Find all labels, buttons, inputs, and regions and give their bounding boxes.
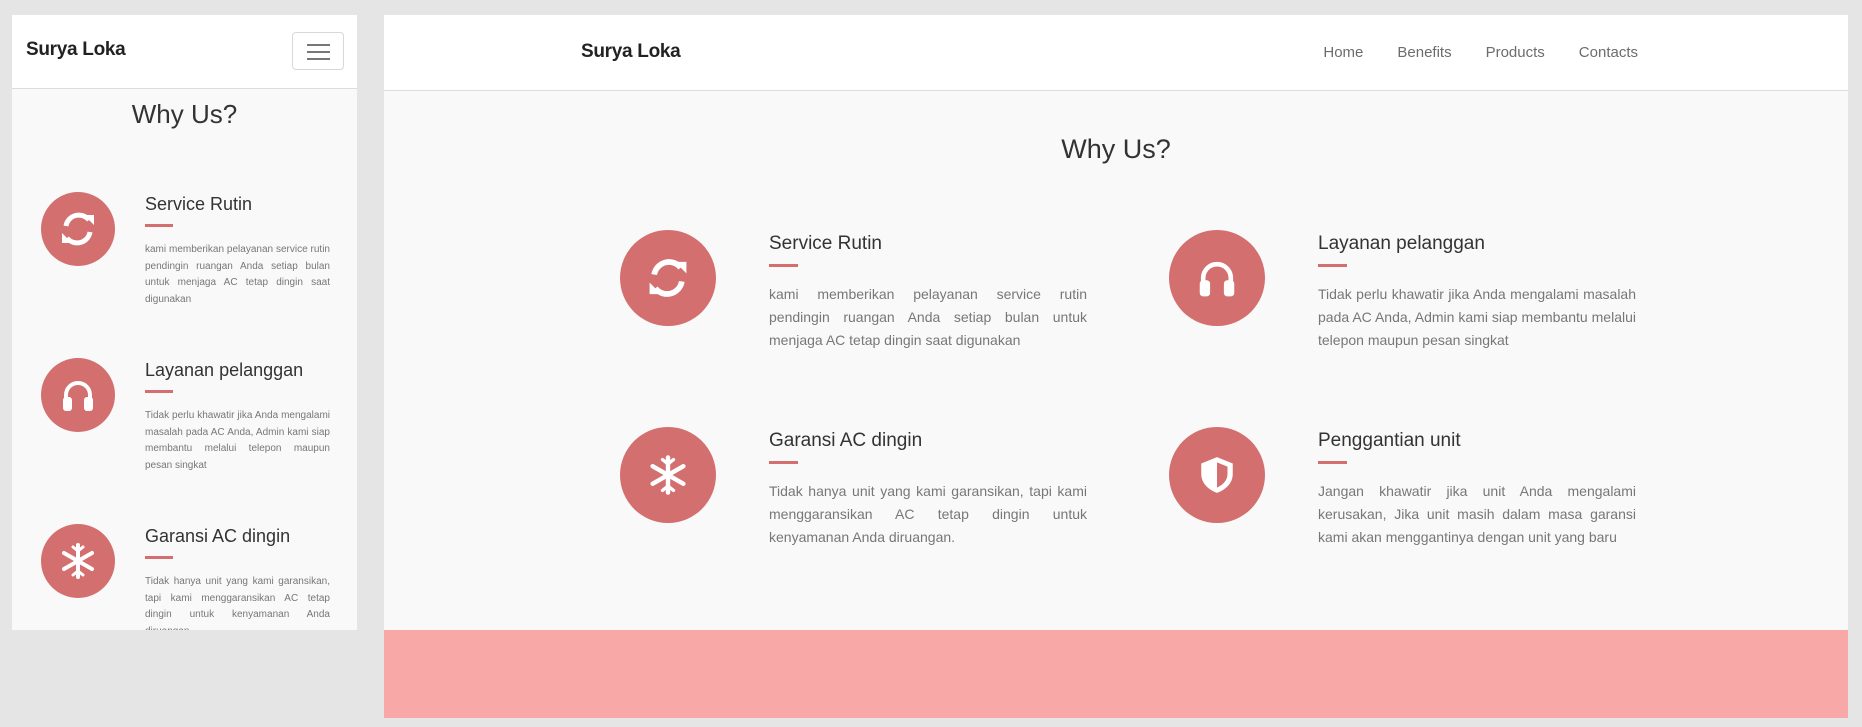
nav-link-products[interactable]: Products bbox=[1486, 44, 1545, 61]
title-underline bbox=[1318, 461, 1347, 464]
nav-link-home[interactable]: Home bbox=[1323, 44, 1363, 61]
section-title: Why Us? bbox=[1061, 134, 1171, 164]
feature-title: Service Rutin bbox=[145, 194, 253, 214]
feature-title: Layanan pelanggan bbox=[145, 360, 304, 380]
headphones-icon bbox=[63, 381, 93, 411]
feature-description: Tidak hanya unit yang kami garansikan, t… bbox=[145, 576, 330, 630]
headphones-icon bbox=[1199, 261, 1235, 297]
menu-toggle-button[interactable] bbox=[292, 32, 344, 70]
brand-logo[interactable]: Surya Loka bbox=[581, 41, 681, 63]
feature-icon-circle bbox=[620, 427, 716, 523]
title-underline bbox=[769, 461, 798, 464]
title-underline bbox=[145, 224, 173, 227]
title-underline bbox=[145, 390, 173, 393]
title-underline bbox=[1318, 264, 1347, 267]
title-underline bbox=[145, 556, 173, 559]
feature-title: Garansi AC dingin bbox=[769, 430, 923, 451]
snowflake-icon bbox=[62, 543, 94, 579]
feature-title: Garansi AC dingin bbox=[145, 526, 291, 546]
hamburger-icon bbox=[307, 44, 330, 46]
feature-title: Layanan pelanggan bbox=[1318, 233, 1485, 254]
desktop-preview: Surya Loka Home Benefits Products Contac… bbox=[384, 15, 1848, 718]
desktop-navbar: Surya Loka Home Benefits Products Contac… bbox=[384, 15, 1848, 91]
feature-icon-circle bbox=[41, 524, 115, 598]
feature-item: Layanan pelanggan Tidak perlu khawatir j… bbox=[1169, 230, 1679, 360]
mobile-navbar: Surya Loka bbox=[12, 15, 357, 89]
sync-icon bbox=[649, 259, 687, 297]
snowflake-icon bbox=[650, 455, 686, 495]
sync-icon bbox=[62, 212, 94, 246]
section-title: Why Us? bbox=[131, 99, 238, 129]
feature-icon-circle bbox=[41, 192, 115, 266]
feature-icon-circle bbox=[1169, 427, 1265, 523]
brand-logo[interactable]: Surya Loka bbox=[26, 39, 126, 61]
feature-title: Penggantian unit bbox=[1318, 430, 1461, 451]
shield-icon bbox=[1201, 457, 1233, 493]
title-underline bbox=[769, 264, 798, 267]
feature-icon-circle bbox=[620, 230, 716, 326]
feature-item: Penggantian unit Jangan khawatir jika un… bbox=[1169, 427, 1679, 557]
feature-icon-circle bbox=[41, 358, 115, 432]
feature-title: Service Rutin bbox=[769, 233, 882, 254]
feature-description: Tidak perlu khawatir jika Anda mengalami… bbox=[1318, 286, 1636, 348]
feature-description: Tidak perlu khawatir jika Anda mengalami… bbox=[145, 410, 330, 471]
nav-link-contacts[interactable]: Contacts bbox=[1579, 44, 1638, 61]
feature-description: Jangan khawatir jika unit Anda mengalami… bbox=[1318, 483, 1636, 545]
feature-description: kami memberikan pelayanan service rutin … bbox=[145, 244, 330, 305]
feature-description: kami memberikan pelayanan service rutin … bbox=[769, 286, 1087, 348]
feature-icon-circle bbox=[1169, 230, 1265, 326]
nav-link-benefits[interactable]: Benefits bbox=[1397, 44, 1451, 61]
nav-menu: Home Benefits Products Contacts bbox=[1323, 44, 1638, 61]
footer-band bbox=[384, 630, 1848, 718]
feature-item: Service Rutin kami memberikan pelayanan … bbox=[620, 230, 1130, 360]
feature-item: Garansi AC dingin Tidak hanya unit yang … bbox=[620, 427, 1130, 557]
feature-description: Tidak hanya unit yang kami garansikan, t… bbox=[769, 483, 1087, 545]
mobile-preview: Surya Loka Why Us? Service Rutin kami me… bbox=[12, 15, 357, 630]
